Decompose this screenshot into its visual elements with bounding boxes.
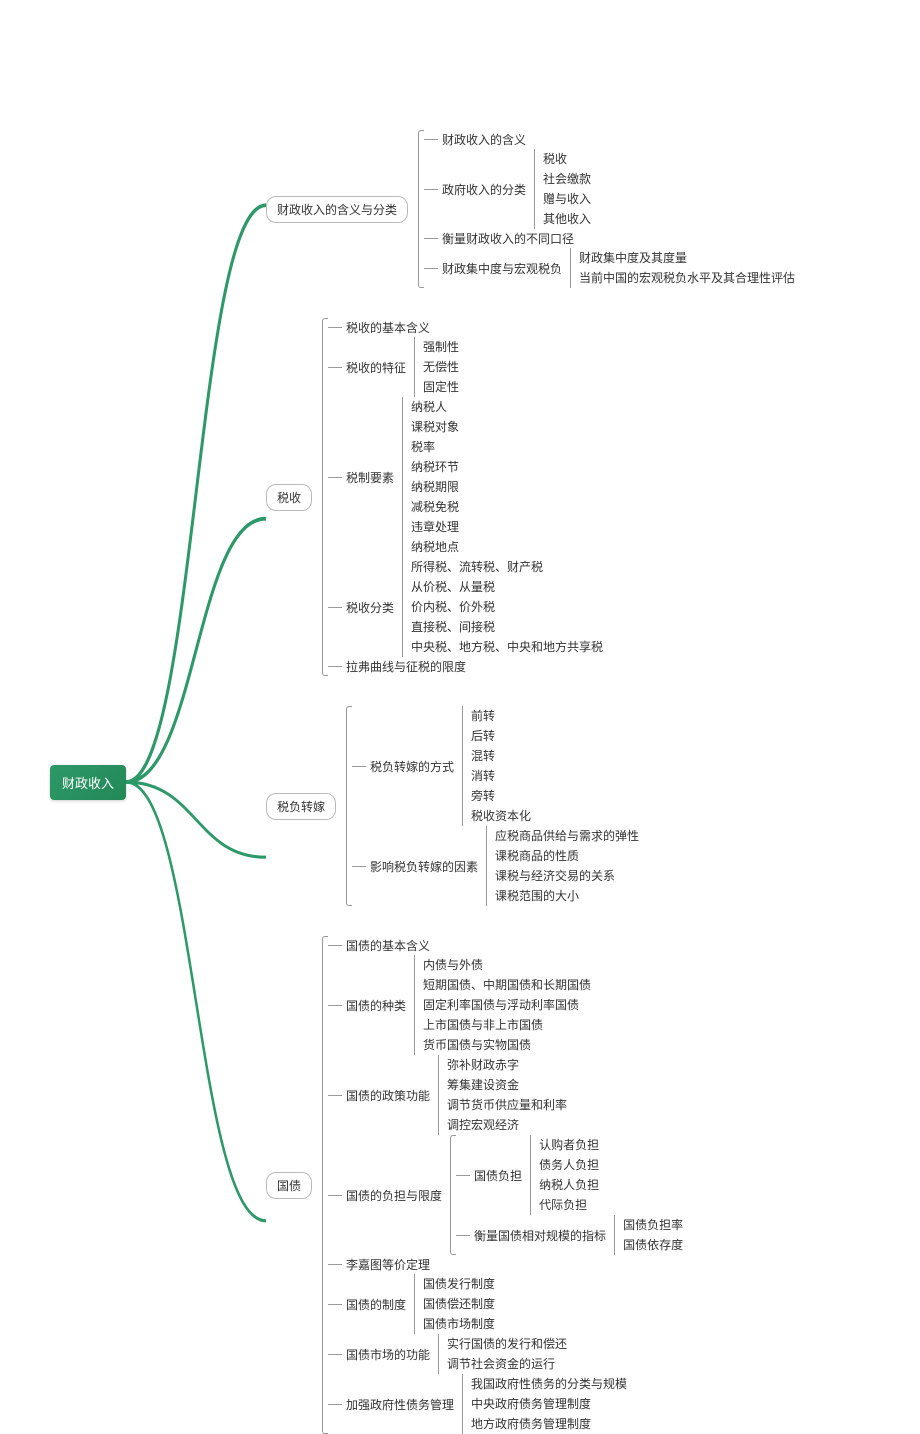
leaf: 固定利率国债与浮动利率国债 [419, 995, 595, 1015]
leaf: 课税商品的性质 [491, 846, 643, 866]
leaf: 固定性 [419, 377, 463, 397]
sub-label: 财政集中度与宏观税负 [438, 259, 566, 278]
sub-label: 影响税负转嫁的因素 [366, 857, 482, 876]
leaf: 纳税期限 [407, 477, 463, 497]
sub-label: 国债市场的功能 [342, 1345, 434, 1364]
leaf: 国债依存度 [619, 1235, 687, 1255]
sub-label: 国债负担 [470, 1166, 526, 1185]
leaf: 国债市场制度 [419, 1314, 499, 1334]
leaf: 纳税环节 [407, 457, 463, 477]
leaf: 国债偿还制度 [419, 1294, 499, 1314]
leaf: 调节货币供应量和利率 [443, 1095, 571, 1115]
leaf: 弥补财政赤字 [443, 1055, 571, 1075]
leaf: 其他收入 [539, 209, 595, 229]
leaf: 中央税、地方税、中央和地方共享税 [407, 637, 607, 657]
leaf: 调控宏观经济 [443, 1115, 571, 1135]
leaf: 李嘉图等价定理 [342, 1255, 434, 1274]
leaf: 国债发行制度 [419, 1274, 499, 1294]
root-connector [126, 130, 266, 1434]
leaf: 社会缴款 [539, 169, 595, 189]
leaf: 税收 [539, 149, 595, 169]
leaf: 地方政府债务管理制度 [467, 1414, 631, 1434]
leaf: 减税免税 [407, 497, 463, 517]
sub-label: 国债的种类 [342, 996, 410, 1015]
leaf: 筹集建设资金 [443, 1075, 571, 1095]
leaf: 货币国债与实物国债 [419, 1035, 595, 1055]
leaf: 旁转 [467, 786, 535, 806]
leaf: 纳税人 [407, 397, 463, 417]
branch-tax: 税收 税收的基本含义 税收的特征 强制性 无偿性 固定性 税制要素 纳税人 [266, 318, 799, 676]
sub-label: 政府收入的分类 [438, 180, 530, 199]
node-b1: 财政收入的含义与分类 [266, 196, 408, 223]
leaf: 所得税、流转税、财产税 [407, 557, 607, 577]
leaf: 从价税、从量税 [407, 577, 607, 597]
leaf: 价内税、价外税 [407, 597, 607, 617]
leaf: 赠与收入 [539, 189, 595, 209]
leaf: 税率 [407, 437, 463, 457]
node-b2: 税收 [266, 484, 312, 511]
leaf: 税收资本化 [467, 806, 535, 826]
sub-label: 国债的政策功能 [342, 1086, 434, 1105]
leaf: 纳税地点 [407, 537, 463, 557]
sub-label: 衡量国债相对规模的指标 [470, 1226, 610, 1245]
leaf: 上市国债与非上市国债 [419, 1015, 595, 1035]
node-b3: 税负转嫁 [266, 793, 336, 820]
leaf: 认购者负担 [535, 1135, 603, 1155]
leaf: 实行国债的发行和偿还 [443, 1334, 571, 1354]
leaf: 拉弗曲线与征税的限度 [342, 657, 470, 676]
leaf: 财政集中度及其度量 [575, 248, 799, 268]
leaf: 衡量财政收入的不同口径 [438, 229, 578, 248]
leaf: 无偿性 [419, 357, 463, 377]
leaf: 混转 [467, 746, 535, 766]
leaf: 我国政府性债务的分类与规模 [467, 1374, 631, 1394]
leaf: 后转 [467, 726, 535, 746]
leaf: 财政收入的含义 [438, 130, 530, 149]
leaf: 债务人负担 [535, 1155, 603, 1175]
leaf: 纳税人负担 [535, 1175, 603, 1195]
leaf: 前转 [467, 706, 535, 726]
leaf: 应税商品供给与需求的弹性 [491, 826, 643, 846]
leaf: 短期国债、中期国债和长期国债 [419, 975, 595, 995]
node-b4: 国债 [266, 1172, 312, 1199]
sub-label: 国债的负担与限度 [342, 1186, 446, 1205]
sub-label: 加强政府性债务管理 [342, 1395, 458, 1414]
leaf: 中央政府债务管理制度 [467, 1394, 631, 1414]
sub-label: 税收的特征 [342, 358, 410, 377]
branch-meaning-classification: 财政收入的含义与分类 财政收入的含义 政府收入的分类 税收 社会缴款 赠与收入 … [266, 130, 799, 288]
leaf: 强制性 [419, 337, 463, 357]
sub-label: 税制要素 [342, 468, 398, 487]
leaf: 直接税、间接税 [407, 617, 607, 637]
leaf: 代际负担 [535, 1195, 603, 1215]
leaf: 违章处理 [407, 517, 463, 537]
leaf: 课税范围的大小 [491, 886, 643, 906]
leaf: 课税与经济交易的关系 [491, 866, 643, 886]
sub-label: 税收分类 [342, 598, 398, 617]
leaf: 国债负担率 [619, 1215, 687, 1235]
leaf: 当前中国的宏观税负水平及其合理性评估 [575, 268, 799, 288]
root-node: 财政收入 [50, 765, 126, 800]
leaf: 内债与外债 [419, 955, 595, 975]
sub-label: 国债的制度 [342, 1295, 410, 1314]
leaf: 税收的基本含义 [342, 318, 434, 337]
branch-tax-shifting: 税负转嫁 税负转嫁的方式 前转 后转 混转 消转 旁转 税收资本化 影响税负转嫁… [266, 706, 799, 906]
branch-national-debt: 国债 国债的基本含义 国债的种类 内债与外债 短期国债、中期国债和长期国债 固定… [266, 936, 799, 1434]
leaf: 课税对象 [407, 417, 463, 437]
leaf: 调节社会资金的运行 [443, 1354, 571, 1374]
leaf: 消转 [467, 766, 535, 786]
sub-label: 税负转嫁的方式 [366, 757, 458, 776]
leaf: 国债的基本含义 [342, 936, 434, 955]
